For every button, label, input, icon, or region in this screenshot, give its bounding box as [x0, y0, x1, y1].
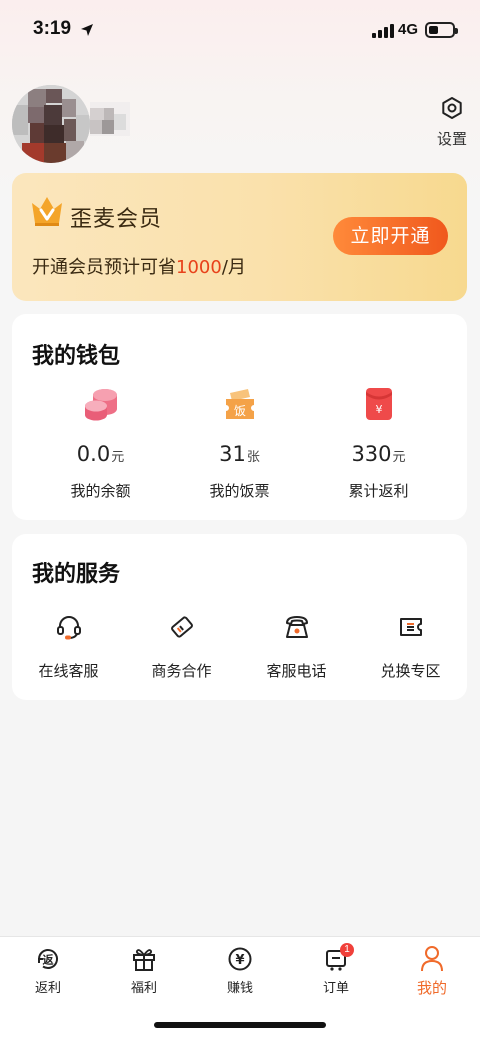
wallet-card: 我的钱包 0.0元 我的余额 饭 31张 我的饭票 ¥ 330元 累计返利 [12, 314, 467, 520]
gear-icon [440, 97, 464, 124]
yen-coin-icon: ¥ [192, 943, 288, 975]
services-title: 我的服务 [32, 562, 121, 587]
tab-rebate-label: 返利 [34, 981, 61, 996]
svg-text:¥: ¥ [375, 403, 382, 416]
user-icon [384, 943, 480, 975]
signal-icon [372, 23, 394, 42]
total-rebate-value: 330 [351, 442, 392, 466]
settings-button[interactable]: 设置 [432, 96, 472, 156]
tab-earn[interactable]: ¥ 赚钱 [192, 943, 288, 996]
service-online-support[interactable]: 在线客服 [12, 612, 125, 681]
crown-icon [30, 195, 64, 231]
wallet-title: 我的钱包 [32, 344, 121, 369]
svg-text:¥: ¥ [235, 953, 244, 968]
balance-value: 0.0 [76, 442, 111, 466]
card-icon [125, 612, 238, 642]
headset-icon [12, 612, 125, 642]
tab-rebate[interactable]: 返 返利 [0, 943, 96, 996]
status-time: 3:19 [33, 18, 72, 39]
meal-tickets-unit: 张 [246, 450, 260, 465]
coins-icon [25, 384, 176, 424]
telephone-icon [240, 612, 353, 642]
home-indicator[interactable] [154, 1022, 326, 1028]
hotline-label: 客服电话 [266, 662, 327, 680]
vip-saving-amount: 1000 [176, 257, 222, 278]
wallet-item-meal-tickets[interactable]: 饭 31张 我的饭票 [164, 384, 315, 501]
orders-badge: 1 [340, 943, 354, 957]
online-support-label: 在线客服 [38, 662, 99, 680]
order-icon: 1 [288, 943, 384, 975]
vip-membership-card[interactable]: 歪麦会员 开通会员预计可省1000/月 立即开通 [12, 173, 467, 301]
activate-vip-button[interactable]: 立即开通 [333, 217, 448, 255]
tab-mine[interactable]: 我的 [384, 943, 480, 998]
network-type: 4G [398, 21, 419, 38]
avatar[interactable] [12, 85, 90, 163]
tab-orders-label: 订单 [322, 981, 349, 996]
balance-label: 我的余额 [70, 482, 131, 500]
ticket-icon [354, 612, 467, 642]
settings-label: 设置 [436, 130, 467, 148]
vip-title: 歪麦会员 [70, 207, 163, 232]
username-blurred [90, 102, 130, 136]
rebate-icon: 返 [0, 943, 96, 975]
business-cooperation-label: 商务合作 [151, 662, 212, 680]
meal-tickets-value: 31 [219, 442, 246, 466]
wallet-item-total-rebate[interactable]: ¥ 330元 累计返利 [303, 384, 454, 501]
meal-ticket-icon: 饭 [164, 384, 315, 424]
total-rebate-unit: 元 [392, 450, 406, 465]
svg-text:饭: 饭 [233, 404, 245, 418]
services-card: 我的服务 在线客服 商务合作 客服电话 兑换专区 [12, 534, 467, 700]
balance-unit: 元 [111, 450, 125, 465]
service-business-cooperation[interactable]: 商务合作 [125, 612, 238, 681]
location-arrow-icon [80, 22, 94, 41]
meal-tickets-label: 我的饭票 [209, 482, 270, 500]
service-hotline[interactable]: 客服电话 [240, 612, 353, 681]
tab-orders[interactable]: 1 订单 [288, 943, 384, 996]
vip-description: 开通会员预计可省1000/月 [32, 257, 246, 278]
tab-mine-label: 我的 [416, 979, 447, 997]
gift-icon [96, 943, 192, 975]
status-bar: 3:19 4G [0, 0, 480, 60]
redeem-zone-label: 兑换专区 [380, 662, 441, 680]
service-redeem-zone[interactable]: 兑换专区 [354, 612, 467, 681]
red-envelope-icon: ¥ [303, 384, 454, 424]
wallet-item-balance[interactable]: 0.0元 我的余额 [25, 384, 176, 501]
total-rebate-label: 累计返利 [348, 482, 409, 500]
tab-earn-label: 赚钱 [226, 981, 253, 996]
tab-welfare-label: 福利 [130, 981, 157, 996]
svg-text:返: 返 [43, 953, 54, 967]
battery-icon [425, 22, 458, 38]
tab-welfare[interactable]: 福利 [96, 943, 192, 996]
empty-area [0, 700, 480, 936]
